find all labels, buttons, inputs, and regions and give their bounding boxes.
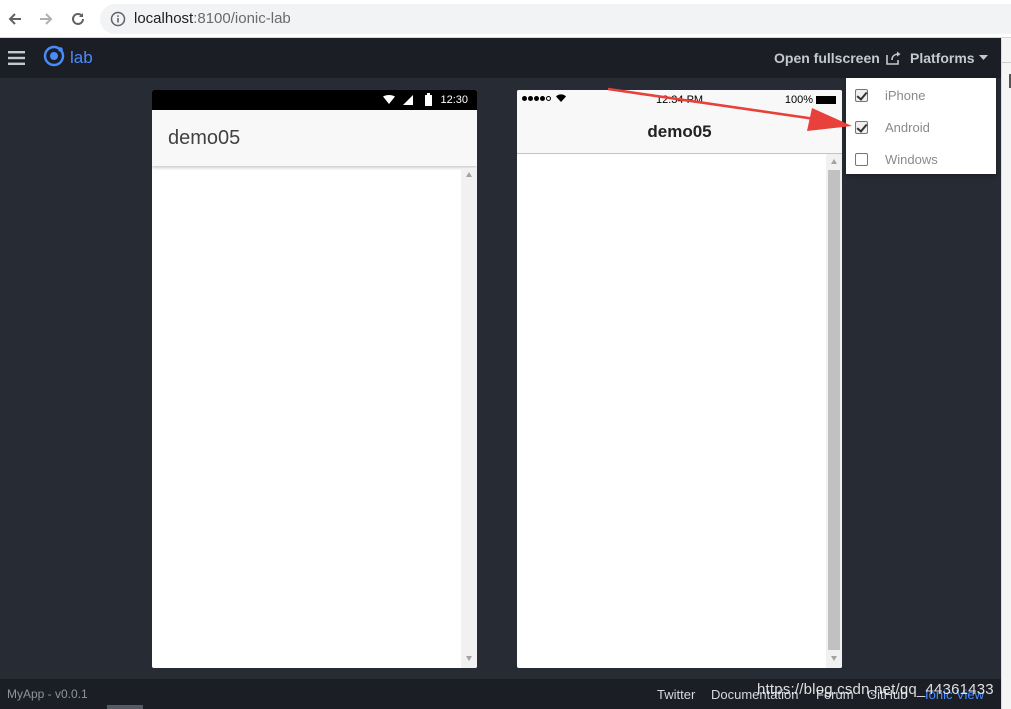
platforms-label: Platforms	[910, 50, 975, 66]
platform-label: Windows	[885, 151, 938, 167]
platform-label: Android	[885, 119, 930, 135]
logo-text: lab	[70, 48, 93, 67]
reload-icon[interactable]	[67, 8, 89, 30]
scroll-down-icon[interactable]	[466, 656, 472, 661]
caret-down-icon	[978, 55, 988, 61]
twitter-link[interactable]: Twitter	[657, 687, 695, 702]
lab-footer: MyApp - v0.0.1 Twitter Documentation For…	[0, 679, 1001, 709]
scroll-thumb[interactable]	[828, 170, 840, 650]
open-fullscreen-link[interactable]: Open fullscreen	[774, 50, 902, 66]
fullscreen-label: Open fullscreen	[774, 50, 880, 66]
android-status-time: 12:30	[440, 94, 468, 106]
android-page-title: demo05	[168, 127, 241, 149]
footer-divider	[107, 705, 143, 709]
browser-scrollbar[interactable]	[1001, 38, 1011, 709]
watermark-text: https://blog.csdn.net/qq_44361433	[757, 681, 994, 698]
lab-logo[interactable]: lab	[43, 45, 93, 72]
browser-toolbar: localhost:8100/ionic-lab	[0, 0, 1011, 38]
url-text: localhost:8100/ionic-lab	[134, 10, 291, 27]
external-link-icon	[886, 51, 902, 65]
menu-icon[interactable]	[8, 51, 25, 65]
ios-scrollbar[interactable]	[826, 154, 842, 668]
iphone-preview: 12:34 PM 100% demo05	[517, 90, 842, 668]
android-preview: 12:30 demo05	[152, 90, 477, 668]
platform-option-iphone[interactable]: iPhone	[846, 79, 996, 111]
scroll-down-icon[interactable]	[831, 656, 837, 661]
lab-header: lab Open fullscreen Platforms	[0, 38, 1001, 78]
scroll-divider	[1002, 62, 1011, 63]
url-host: localhost	[134, 10, 194, 27]
annotation-arrow	[607, 87, 852, 131]
android-status-bar: 12:30	[152, 90, 477, 110]
android-scrollbar[interactable]	[461, 168, 477, 668]
signal-icon	[403, 95, 414, 108]
forward-arrow-icon[interactable]	[35, 8, 57, 30]
platforms-dropdown-button[interactable]: Platforms	[910, 50, 988, 66]
scroll-up-icon[interactable]	[831, 159, 837, 164]
scroll-up-icon[interactable]	[466, 172, 472, 177]
signal-dots-icon	[522, 94, 566, 102]
ionic-logo-icon	[43, 45, 65, 72]
app-version: MyApp - v0.0.1	[7, 687, 88, 701]
android-toolbar: demo05	[152, 110, 477, 166]
platforms-menu: iPhone Android Windows	[846, 78, 996, 174]
platform-option-android[interactable]: Android	[846, 111, 996, 143]
url-path: :8100/ionic-lab	[193, 10, 291, 27]
wifi-icon	[383, 95, 395, 108]
back-arrow-icon[interactable]	[4, 8, 26, 30]
platform-option-windows[interactable]: Windows	[846, 143, 996, 175]
battery-icon	[425, 93, 432, 109]
address-bar[interactable]: localhost:8100/ionic-lab	[100, 4, 1011, 34]
wifi-icon	[556, 94, 566, 102]
windows-checkbox[interactable]	[855, 152, 868, 166]
info-icon[interactable]	[110, 11, 126, 27]
platform-label: iPhone	[885, 87, 926, 103]
